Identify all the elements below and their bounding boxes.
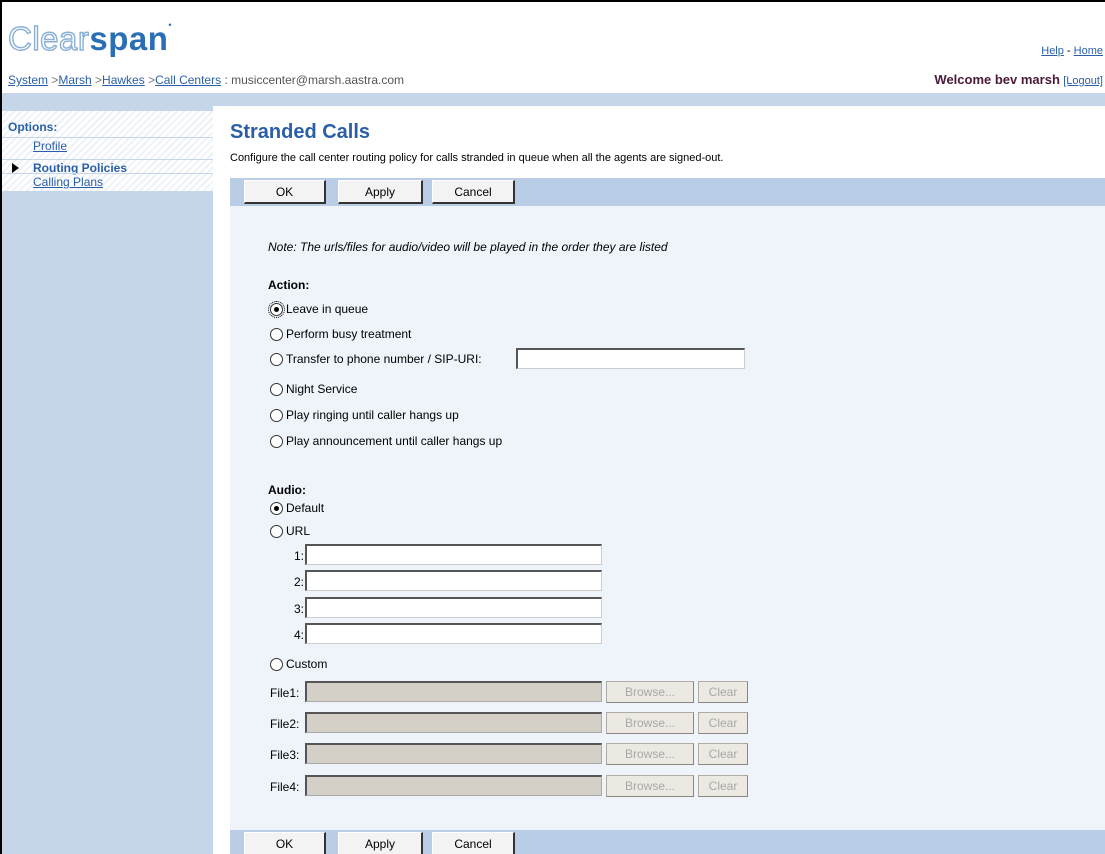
page-title: Stranded Calls [230, 121, 371, 143]
help-link[interactable]: Help [1041, 45, 1064, 57]
help-links: Help - Home [1041, 45, 1103, 57]
header-stripe [2, 93, 1105, 106]
radio-button[interactable] [270, 657, 283, 671]
cancel-button[interactable]: Cancel [432, 832, 515, 854]
sidebar-item-label[interactable]: Profile [33, 139, 67, 153]
welcome-text: Welcome bev marsh [934, 72, 1060, 87]
file-1-label: File1: [270, 686, 300, 700]
audio-option-default[interactable]: Default [270, 499, 324, 517]
logout-link[interactable]: [Logout] [1063, 75, 1103, 87]
url-4-label: 4: [293, 628, 304, 642]
action-option-leave-in-queue[interactable]: Leave in queue [268, 300, 368, 318]
action-option-night-service[interactable]: Night Service [270, 380, 357, 398]
sidebar: Options: Profile Routing Policies Callin… [2, 106, 213, 854]
url-1-label: 1: [293, 549, 304, 563]
playback-note: Note: The urls/files for audio/video wil… [268, 240, 668, 254]
radio-button[interactable] [270, 524, 283, 538]
form-area: Note: The urls/files for audio/video wil… [230, 206, 1105, 830]
options-label: Options: [8, 120, 58, 134]
url-1-input[interactable] [305, 544, 602, 565]
current-page-arrow-icon [12, 163, 19, 173]
clearspan-logo: Clearspan• [7, 19, 173, 57]
sidebar-item-profile[interactable]: Profile [2, 137, 213, 153]
radio-button[interactable] [270, 434, 283, 448]
cancel-button[interactable]: Cancel [432, 180, 515, 204]
top-button-bar: OK Apply Cancel [230, 178, 1105, 206]
radio-button[interactable] [270, 382, 283, 396]
file-3-input[interactable] [305, 743, 602, 764]
radio-button[interactable] [268, 300, 285, 318]
action-option-play-announcement[interactable]: Play announcement until caller hangs up [270, 432, 502, 450]
audio-option-custom[interactable]: Custom [270, 655, 327, 673]
file-1-clear-button[interactable]: Clear [698, 681, 748, 703]
radio-button[interactable] [270, 408, 283, 422]
ok-button[interactable]: OK [244, 180, 326, 204]
audio-option-url[interactable]: URL [270, 522, 310, 540]
action-label: Action: [268, 278, 310, 292]
bottom-button-bar: OK Apply Cancel [230, 830, 1105, 854]
file-3-clear-button[interactable]: Clear [698, 743, 748, 765]
file-1-input[interactable] [305, 681, 602, 702]
radio-button[interactable] [270, 327, 283, 341]
radio-button[interactable] [270, 352, 283, 366]
file-2-input[interactable] [305, 712, 602, 733]
page-header: Stranded Calls Configure the call center… [230, 106, 1105, 178]
ok-button[interactable]: OK [244, 832, 326, 854]
main-content: Stranded Calls Configure the call center… [230, 106, 1105, 854]
options-panel: Options: Profile Routing Policies Callin… [2, 111, 213, 191]
file-4-browse-button[interactable]: Browse... [606, 775, 694, 797]
action-option-transfer[interactable]: Transfer to phone number / SIP-URI: [270, 350, 482, 368]
file-2-browse-button[interactable]: Browse... [606, 712, 694, 734]
sidebar-item-calling-plans[interactable]: Calling Plans [2, 173, 213, 189]
file-3-label: File3: [270, 748, 300, 762]
url-2-input[interactable] [305, 570, 602, 591]
action-option-play-ringing[interactable]: Play ringing until caller hangs up [270, 406, 459, 424]
breadcrumb: System >Marsh >Hawkes >Call Centers : mu… [8, 73, 405, 87]
file-4-clear-button[interactable]: Clear [698, 775, 748, 797]
apply-button[interactable]: Apply [338, 180, 423, 204]
breadcrumb-marsh[interactable]: Marsh [58, 73, 91, 87]
breadcrumb-hawkes[interactable]: Hawkes [102, 73, 145, 87]
transfer-number-input[interactable] [516, 348, 745, 369]
file-1-browse-button[interactable]: Browse... [606, 681, 694, 703]
page-description: Configure the call center routing policy… [230, 152, 724, 164]
action-option-busy-treatment[interactable]: Perform busy treatment [270, 325, 411, 343]
audio-label: Audio: [268, 483, 306, 497]
radio-button[interactable] [270, 501, 283, 515]
file-2-label: File2: [270, 717, 300, 731]
file-3-browse-button[interactable]: Browse... [606, 743, 694, 765]
file-2-clear-button[interactable]: Clear [698, 712, 748, 734]
breadcrumb-call-centers[interactable]: Call Centers [155, 73, 221, 87]
url-4-input[interactable] [305, 623, 602, 644]
breadcrumb-system[interactable]: System [8, 73, 48, 87]
sidebar-item-label[interactable]: Calling Plans [33, 175, 103, 189]
file-4-label: File4: [270, 780, 300, 794]
url-3-input[interactable] [305, 597, 602, 618]
breadcrumb-current: : musiccenter@marsh.aastra.com [221, 73, 405, 87]
apply-button[interactable]: Apply [338, 832, 423, 854]
welcome-area: Welcome bev marsh [Logout] [934, 72, 1103, 87]
url-3-label: 3: [293, 602, 304, 616]
file-4-input[interactable] [305, 775, 602, 796]
home-link[interactable]: Home [1074, 45, 1103, 57]
url-2-label: 2: [293, 575, 304, 589]
